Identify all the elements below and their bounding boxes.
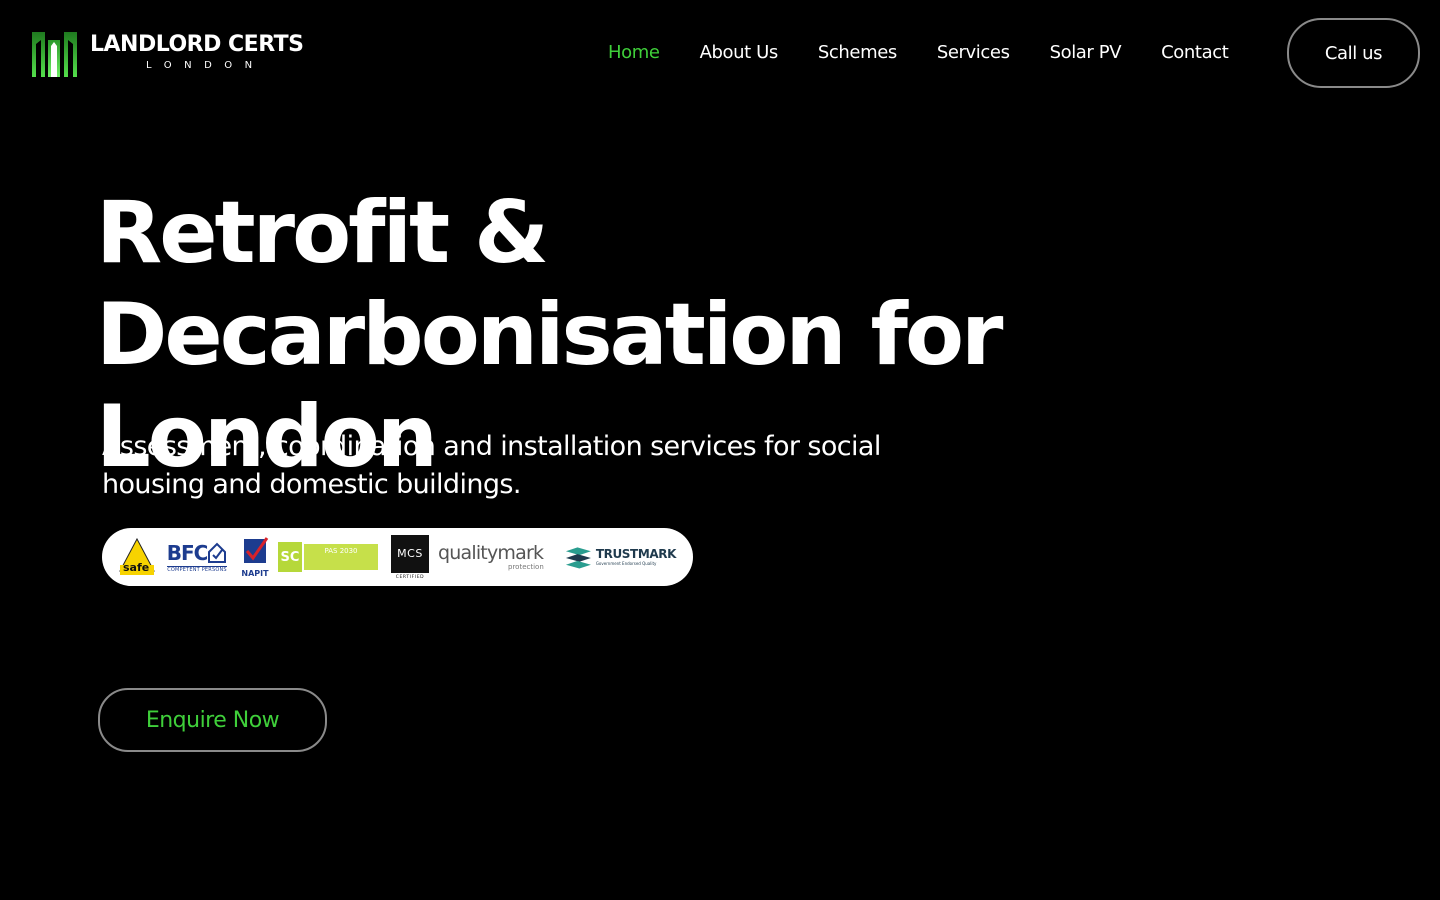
hero-subtitle: Assessment, coordination and installatio… [102, 431, 881, 500]
enquire-now-button[interactable]: Enquire Now [98, 688, 327, 752]
mcs-badge: MCS CERTIFIED [390, 534, 430, 580]
page: LANDLORD CERTS LONDON Home About Us Sche… [0, 0, 1440, 900]
bfc-name: BFC [166, 540, 209, 565]
trustmark-badge: TRUSTMARK Government Endorsed Quality [564, 539, 676, 575]
gas-safe-badge: safe [118, 537, 156, 577]
gas-safe-label: safe [123, 561, 150, 574]
nav-solar-pv[interactable]: Solar PV [1050, 42, 1122, 63]
nav-services[interactable]: Services [937, 42, 1010, 63]
sc-tag: PAS 2030 [324, 547, 358, 555]
nav-about-us[interactable]: About Us [700, 42, 779, 63]
qualitymark-tagline: protection [508, 563, 544, 571]
accreditations-strip: safe BFC COMPETENT PERSONS NAPIT SC PAS … [102, 528, 693, 586]
site-header: LANDLORD CERTS LONDON Home About Us Sche… [0, 0, 1440, 104]
qualitymark-name: qualitymark [438, 542, 544, 564]
site-logo[interactable]: LANDLORD CERTS LONDON [32, 32, 304, 77]
call-us-button[interactable]: Call us [1287, 18, 1420, 88]
main-nav: Home About Us Schemes Services Solar PV … [608, 38, 1229, 66]
trustmark-name: TRUSTMARK [595, 547, 677, 561]
trustmark-tagline: Government Endorsed Quality [595, 561, 657, 566]
logo-text: LANDLORD CERTS LONDON [90, 32, 304, 71]
sc-pas2030-badge: SC PAS 2030 [278, 539, 378, 575]
mcs-tagline: CERTIFIED [395, 574, 425, 580]
bfc-badge: BFC COMPETENT PERSONS [164, 537, 230, 577]
mcs-name: MCS [391, 534, 429, 573]
bfc-tagline: COMPETENT PERSONS [167, 565, 227, 573]
trustmark-logo-icon [565, 547, 591, 569]
logo-name: LANDLORD CERTS [90, 32, 304, 57]
nav-home[interactable]: Home [608, 42, 660, 63]
napit-check-icon [244, 537, 269, 563]
nav-contact[interactable]: Contact [1161, 42, 1229, 63]
building-bars-icon [32, 32, 77, 77]
logo-subtitle: LONDON [146, 60, 265, 71]
napit-badge: NAPIT [240, 535, 270, 579]
sc-name: SC [280, 549, 300, 565]
qualitymark-badge: qualitymark protection [438, 539, 558, 575]
nav-schemes[interactable]: Schemes [818, 42, 897, 63]
house-check-icon [208, 542, 227, 563]
napit-name: NAPIT [241, 569, 269, 578]
